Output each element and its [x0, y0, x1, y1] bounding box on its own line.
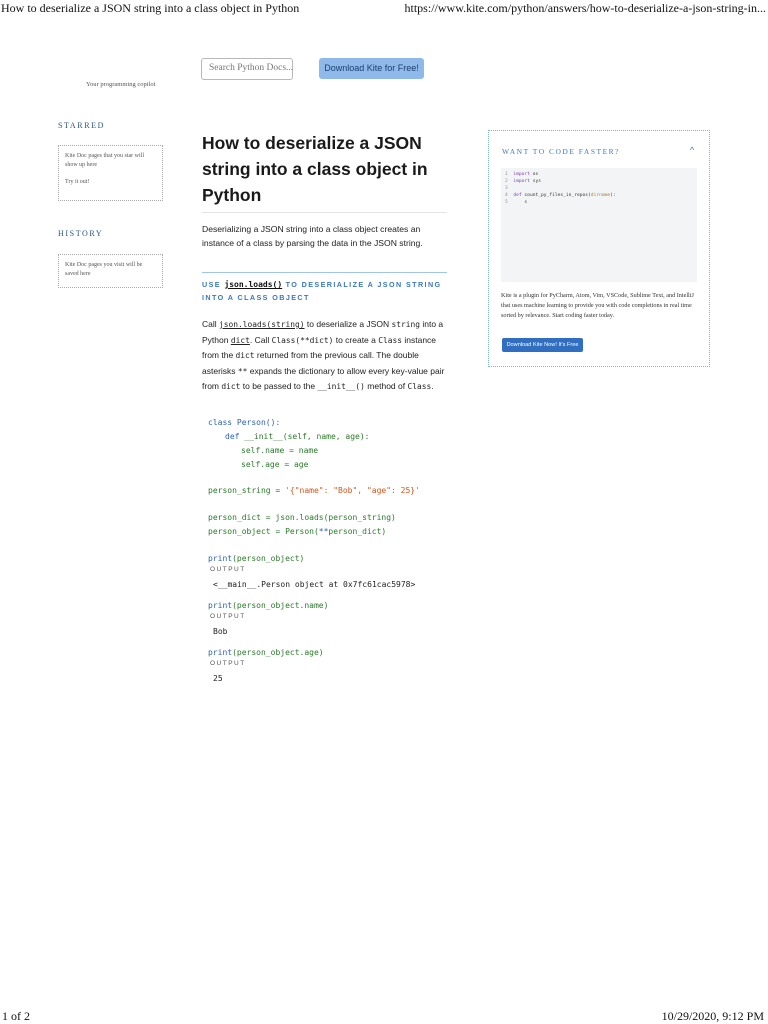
output-value: Bob — [213, 627, 228, 636]
code-line-class: class Person(): — [208, 418, 281, 427]
code-line-def: def __init__(self, name, age): — [225, 432, 370, 441]
promo-description: Kite is a plugin for PyCharm, Atom, Vim,… — [501, 292, 694, 319]
code-line-assign-name: self.name = name — [241, 446, 319, 455]
download-kite-button[interactable]: Download Kite for Free! — [319, 58, 424, 79]
output-value: <__main__.Person object at 0x7fc61cac597… — [213, 580, 416, 589]
promo-heading: WANT TO CODE FASTER? — [502, 147, 620, 156]
code-line-print-age: print(person_object.age) — [208, 648, 324, 657]
section-divider — [202, 272, 447, 273]
history-heading: HISTORY — [58, 229, 104, 238]
search-input[interactable]: Search Python Docs... — [201, 58, 293, 80]
code-line-print-object: print(person_object) — [208, 554, 305, 563]
print-footer: 1 of 2 10/29/2020, 9:12 PM — [0, 1009, 768, 1024]
code-line-person-object: person_object = Person(**person_dict) — [208, 527, 387, 536]
title-divider — [202, 212, 447, 213]
starred-box: Kite Doc pages that you star will show u… — [58, 145, 163, 201]
starred-hint: Kite Doc pages that you star will show u… — [65, 153, 144, 168]
article-intro: Deserializing a JSON string into a class… — [202, 224, 423, 248]
output-label: OUTPUT — [210, 566, 246, 573]
print-header: How to deserialize a JSON string into a … — [0, 0, 768, 18]
starred-heading: STARRED — [58, 121, 106, 130]
output-label: OUTPUT — [210, 613, 246, 620]
section-heading-prefix: USE — [202, 280, 225, 289]
promo-code-editor: 1 import os 2 import sys 3 4 def count_p… — [501, 168, 697, 282]
print-page-title: How to deserialize a JSON string into a … — [1, 1, 300, 15]
logo-tagline: Your programming copilot — [86, 81, 156, 88]
code-line-person-string: person_string = '{"name": "Bob", "age": … — [208, 486, 420, 495]
history-hint: Kite Doc pages you visit will be saved h… — [65, 262, 143, 277]
page-title: How to deserialize a JSON string into a … — [202, 133, 428, 205]
print-page-url: https://www.kite.com/python/answers/how-… — [404, 1, 766, 15]
kite-promo-panel: WANT TO CODE FASTER? ^ 1 import os 2 imp… — [488, 130, 710, 367]
output-label: OUTPUT — [210, 660, 246, 667]
json-loads-string-link[interactable]: json.loads(string) — [219, 320, 305, 329]
dict-link[interactable]: dict — [231, 336, 250, 345]
print-page-number: 1 of 2 — [2, 1009, 30, 1023]
code-line-person-dict: person_dict = json.loads(person_string) — [208, 513, 396, 522]
history-box: Kite Doc pages you visit will be saved h… — [58, 254, 163, 288]
collapse-caret-icon[interactable]: ^ — [690, 145, 694, 155]
json-loads-link[interactable]: json.loads() — [224, 280, 282, 289]
code-line-print-name: print(person_object.name) — [208, 601, 329, 610]
article: How to deserialize a JSON string into a … — [202, 130, 452, 208]
section-heading: USE json.loads() TO DESERIALIZE A JSON S… — [202, 278, 447, 304]
explanation-paragraph: Call json.loads(string) to deserialize a… — [202, 319, 445, 392]
starred-try-it[interactable]: Try it out! — [65, 178, 156, 187]
code-line-assign-age: self.age = age — [241, 460, 309, 469]
output-value: 25 — [213, 674, 223, 683]
download-kite-now-button[interactable]: Download Kite Now! It's Free — [502, 338, 583, 352]
print-datetime: 10/29/2020, 9:12 PM — [661, 1009, 764, 1023]
